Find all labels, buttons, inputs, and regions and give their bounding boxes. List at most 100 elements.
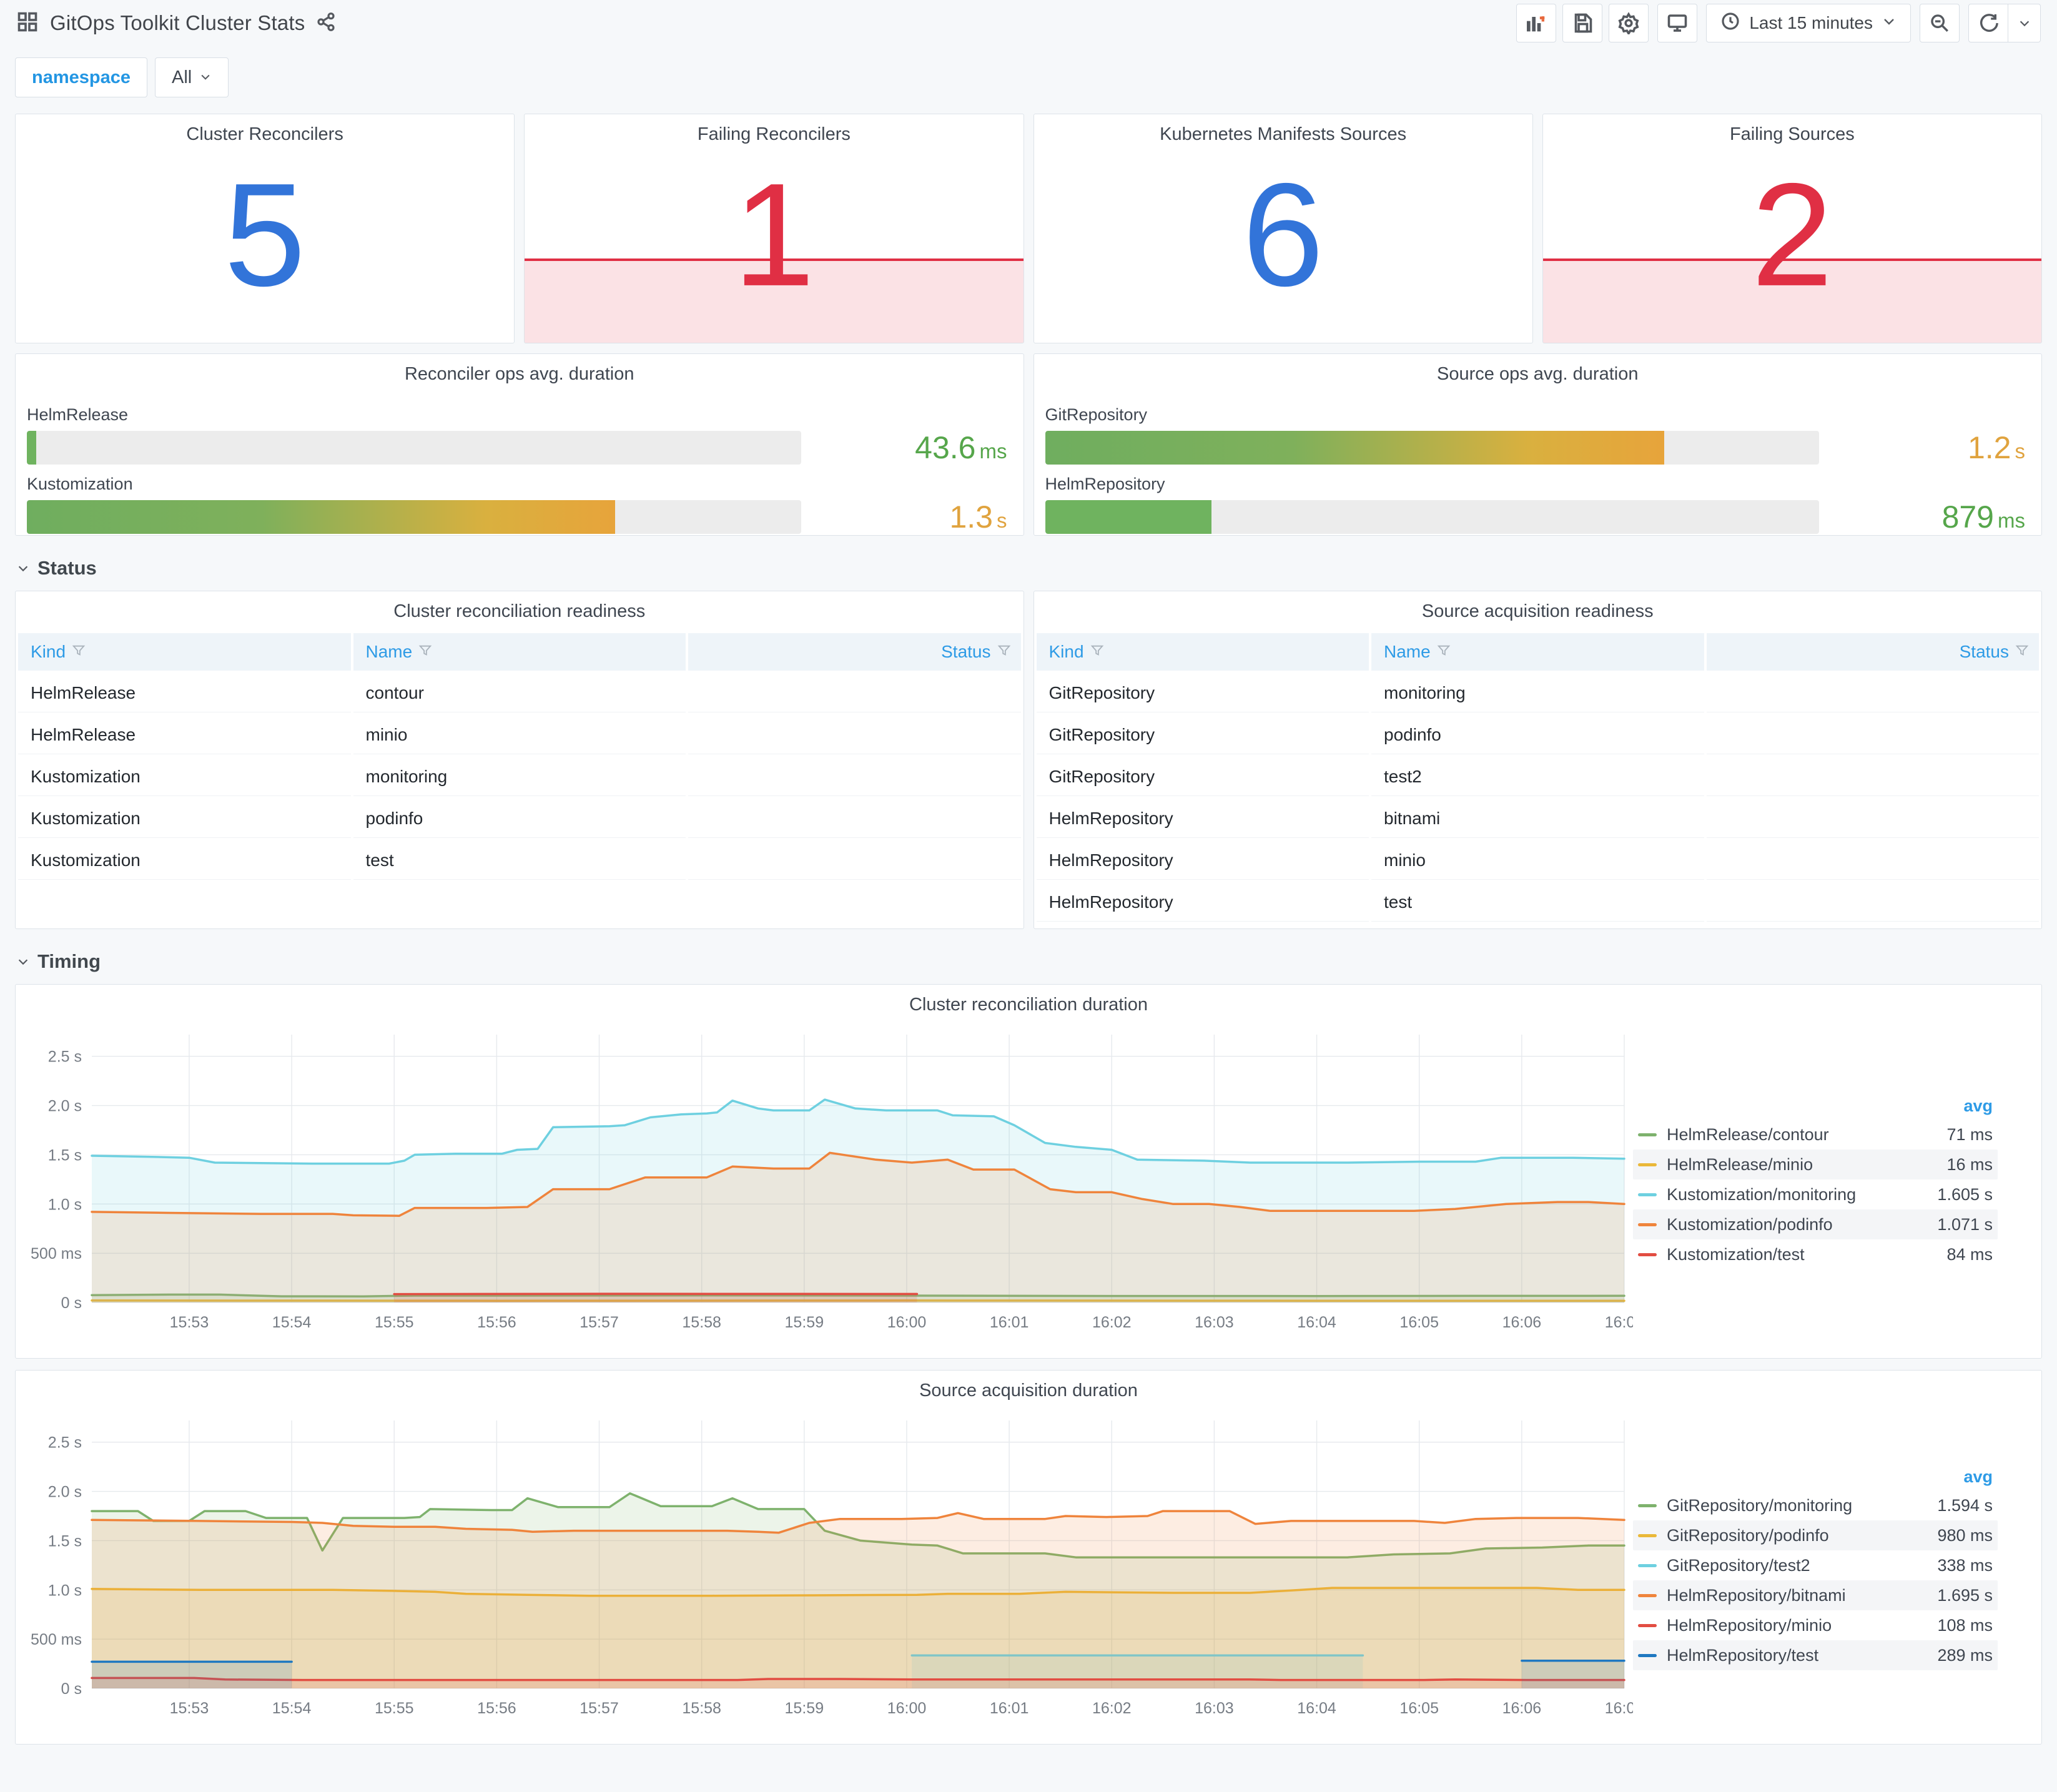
cycle-view-mode-button[interactable] <box>1657 4 1698 42</box>
cell-status: Ready <box>1706 716 2039 754</box>
variable-namespace-value-dropdown[interactable]: All <box>155 57 229 97</box>
panel-title: Cluster Reconcilers <box>186 124 343 144</box>
cell-kind: GitRepository <box>1036 674 1369 712</box>
share-icon[interactable] <box>316 12 336 35</box>
gauge-track <box>27 431 801 465</box>
svg-text:16:05: 16:05 <box>1399 1314 1439 1331</box>
series-name: HelmRelease/minio <box>1667 1154 1813 1174</box>
chevron-down-icon <box>1882 13 1897 33</box>
series-name: HelmRepository/minio <box>1667 1615 1832 1635</box>
series-color-swatch <box>1638 1253 1657 1256</box>
svg-text:16:01: 16:01 <box>990 1314 1029 1331</box>
filter-funnel-icon[interactable] <box>1090 644 1104 657</box>
legend-avg-header[interactable]: avg <box>1633 1093 1998 1120</box>
save-dashboard-button[interactable] <box>1562 4 1603 42</box>
legend-item[interactable]: HelmRepository/minio 108 ms <box>1633 1610 1998 1640</box>
legend-item[interactable]: GitRepository/monitoring 1.594 s <box>1633 1490 1998 1520</box>
variable-namespace-label[interactable]: namespace <box>15 57 147 97</box>
legend-item[interactable]: HelmRelease/minio 16 ms <box>1633 1150 1998 1179</box>
svg-text:16:03: 16:03 <box>1195 1314 1234 1331</box>
cell-name: contour <box>353 674 686 712</box>
svg-text:1.0 s: 1.0 s <box>48 1582 82 1599</box>
section-header-status[interactable]: Status <box>16 557 2057 579</box>
gauge-value: 1.3 s <box>949 500 1007 534</box>
cell-kind: HelmRelease <box>18 674 351 712</box>
filter-funnel-icon[interactable] <box>1437 644 1451 657</box>
series-avg-value: 980 ms <box>1937 1525 1993 1545</box>
series-color-swatch <box>1638 1593 1657 1597</box>
gauge-label: GitRepository <box>1045 405 1148 424</box>
chevron-down-icon <box>199 67 212 88</box>
cell-kind: Kustomization <box>18 799 351 838</box>
table-row: Kustomization test Not Ready <box>18 841 1021 880</box>
legend-item[interactable]: HelmRepository/test 289 ms <box>1633 1640 1998 1670</box>
stat-panel-failing-sources[interactable]: Failing Sources 2 <box>1542 114 2042 343</box>
filter-funnel-icon[interactable] <box>418 644 432 657</box>
svg-text:16:03: 16:03 <box>1195 1700 1234 1717</box>
filter-funnel-icon[interactable] <box>997 644 1011 657</box>
legend-item[interactable]: HelmRelease/contour 71 ms <box>1633 1120 1998 1150</box>
legend-item[interactable]: HelmRepository/bitnami 1.695 s <box>1633 1580 1998 1610</box>
cell-status: Ready <box>688 716 1021 754</box>
table-header-row: Kind Name Status <box>1036 633 2039 671</box>
table-row: GitRepository monitoring Ready <box>1036 674 2039 712</box>
legend-avg-header[interactable]: avg <box>1633 1464 1998 1490</box>
gauge-panel-reconciler-ops[interactable]: Reconciler ops avg. duration HelmRelease… <box>15 353 1024 536</box>
gauge-track <box>27 500 801 534</box>
legend-item[interactable]: GitRepository/test2 338 ms <box>1633 1550 1998 1580</box>
timeseries-plot[interactable]: 15:53 15:54 15:55 15:56 15:57 15:58 15:59 16:00… <box>16 1409 1633 1725</box>
variables-row: namespace All <box>15 57 2057 97</box>
series-avg-value: 289 ms <box>1937 1645 1993 1665</box>
gauge-panel-source-ops[interactable]: Source ops avg. duration GitRepository 1… <box>1033 353 2042 536</box>
cell-status: Ready <box>1706 799 2039 838</box>
cell-kind: HelmRepository <box>1036 841 1369 880</box>
chevron-down-icon <box>18 959 28 965</box>
column-header-status[interactable]: Status <box>1706 633 2039 671</box>
legend-item[interactable]: Kustomization/test 84 ms <box>1633 1239 1998 1269</box>
stat-panel-kubernetes-manifests-sources[interactable]: Kubernetes Manifests Sources 6 <box>1033 114 1533 343</box>
series-avg-value: 71 ms <box>1946 1125 1993 1144</box>
timeseries-plot[interactable]: 15:53 15:54 15:55 15:56 15:57 15:58 15:59 16:00… <box>16 1023 1633 1339</box>
refresh-button[interactable] <box>1968 4 2008 42</box>
series-color-swatch <box>1638 1534 1657 1537</box>
cell-kind: GitRepository <box>1036 716 1369 754</box>
table-panel-cluster-reconciliation-readiness[interactable]: Cluster reconciliation readiness Kind Nam… <box>15 591 1024 929</box>
series-color-swatch <box>1638 1133 1657 1136</box>
legend-item[interactable]: Kustomization/podinfo 1.071 s <box>1633 1209 1998 1239</box>
series-color-swatch <box>1638 1653 1657 1657</box>
add-panel-button[interactable] <box>1516 4 1557 42</box>
stat-panel-failing-reconcilers[interactable]: Failing Reconcilers 1 <box>524 114 1024 343</box>
refresh-interval-dropdown[interactable] <box>2008 4 2041 42</box>
svg-text:15:57: 15:57 <box>580 1314 619 1331</box>
column-header-status[interactable]: Status <box>688 633 1021 671</box>
filter-funnel-icon[interactable] <box>72 644 86 657</box>
cell-kind: GitRepository <box>1036 757 1369 796</box>
svg-text:0 s: 0 s <box>61 1680 82 1698</box>
chart-legend: avg HelmRelease/contour 71 ms HelmReleas… <box>1633 1023 2020 1339</box>
zoom-out-button[interactable] <box>1920 4 1960 42</box>
series-name: HelmRepository/bitnami <box>1667 1585 1846 1605</box>
legend-item[interactable]: GitRepository/podinfo 980 ms <box>1633 1520 1998 1550</box>
series-avg-value: 16 ms <box>1946 1154 1993 1174</box>
table-panel-source-acquisition-readiness[interactable]: Source acquisition readiness Kind Name Sta… <box>1033 591 2042 929</box>
filter-funnel-icon[interactable] <box>2015 644 2029 657</box>
section-header-timing[interactable]: Timing <box>16 950 2057 973</box>
cell-status: Ready <box>1706 674 2039 712</box>
stat-value: 6 <box>1242 152 1324 317</box>
column-header-name[interactable]: Name <box>353 633 686 671</box>
column-header-kind[interactable]: Kind <box>1036 633 1369 671</box>
stat-panel-cluster-reconcilers[interactable]: Cluster Reconcilers 5 <box>15 114 515 343</box>
series-avg-value: 338 ms <box>1937 1555 1993 1575</box>
column-header-kind[interactable]: Kind <box>18 633 351 671</box>
series-name: GitRepository/podinfo <box>1667 1525 1829 1545</box>
time-range-picker[interactable]: Last 15 minutes <box>1706 4 1911 42</box>
chart-panel-source-acquisition-duration[interactable]: Source acquisition duration 15:53 15:54 15… <box>15 1370 2042 1745</box>
panel-title: Failing Sources <box>1729 124 1855 144</box>
legend-item[interactable]: Kustomization/monitoring 1.605 s <box>1633 1179 1998 1209</box>
settings-gear-button[interactable] <box>1609 4 1649 42</box>
tables-row: Cluster reconciliation readiness Kind Nam… <box>15 591 2042 929</box>
chart-panel-cluster-reconciliation-duration[interactable]: Cluster reconciliation duration 15:53 15:… <box>15 984 2042 1359</box>
cell-name: bitnami <box>1371 799 1704 838</box>
dashboards-grid-icon[interactable] <box>16 11 39 36</box>
column-header-name[interactable]: Name <box>1371 633 1704 671</box>
